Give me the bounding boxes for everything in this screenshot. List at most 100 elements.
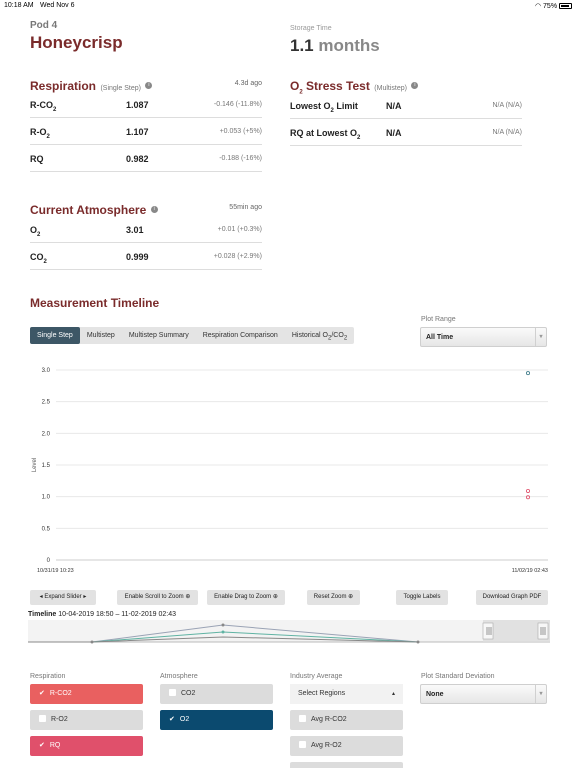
measurement-chart[interactable]: 00.51.01.52.02.53.0Level10/31/19 10:23 11…: [0, 360, 576, 580]
respiration-row: RQ 0.982 -0.188 (-16%): [30, 145, 262, 172]
storage-number: 1.1: [290, 36, 314, 55]
pod-label: Pod 4: [30, 20, 58, 31]
stress-title: O2 Stress Test: [290, 79, 370, 96]
reset-zoom-button[interactable]: Reset Zoom ⊕: [307, 590, 360, 605]
tab-respiration-comparison[interactable]: Respiration Comparison: [196, 327, 285, 344]
check-icon: ✔: [39, 742, 45, 749]
wifi-icon: ◠: [534, 3, 542, 10]
respiration-ago: 4.3d ago: [234, 80, 262, 87]
tab-historical[interactable]: Historical O2/CO2: [285, 327, 354, 344]
atmosphere-value: 3.01: [126, 225, 144, 235]
y-tick-label: 2.0: [42, 431, 51, 437]
checkbox-icon: [39, 714, 46, 722]
slider-handle-left[interactable]: [482, 622, 494, 640]
status-right: ◠ 75%: [535, 2, 572, 10]
chart-background: [0, 360, 576, 580]
zoom-icon: ⊕: [272, 594, 278, 600]
y-tick-label: 2.5: [42, 400, 51, 406]
expand-slider-button[interactable]: ◂ Expand Slider ▸: [30, 590, 96, 605]
atmosphere-change: +0.01 (+0.3%): [217, 226, 262, 233]
info-icon[interactable]: i: [145, 82, 153, 90]
respiration-change: -0.188 (-16%): [219, 155, 262, 162]
battery-level: 75%: [543, 3, 558, 10]
atmosphere-change: +0.028 (+2.9%): [213, 253, 262, 260]
toggle-co2[interactable]: CO2: [160, 684, 273, 704]
atmosphere-label: CO2: [30, 252, 47, 265]
stress-value: N/A: [386, 128, 402, 138]
timeline-tabs: Single Step Multistep Multistep Summary …: [30, 327, 355, 344]
plot-range-label: Plot Range: [421, 316, 456, 323]
stress-change: N/A (N/A): [492, 102, 522, 109]
std-dev-select[interactable]: None ▾: [420, 684, 547, 704]
toggle-labels-button[interactable]: Toggle Labels: [396, 590, 448, 605]
atmosphere-ago: 55min ago: [229, 204, 262, 211]
atmosphere-title: Current Atmosphere: [30, 203, 147, 217]
plot-range-select[interactable]: All Time ▾: [420, 327, 547, 347]
slider-handle-right[interactable]: [537, 622, 549, 640]
variety-title: Honeycrisp: [30, 33, 123, 52]
stress-row: RQ at Lowest O2 N/A N/A (N/A): [290, 119, 522, 146]
respiration-row: R-CO2 1.087 -0.146 (-11.8%): [30, 91, 262, 118]
respiration-value: 1.107: [126, 127, 149, 137]
download-pdf-button[interactable]: Download Graph PDF: [476, 590, 548, 605]
atmosphere-label: O2: [30, 225, 41, 238]
toggle-r-co2[interactable]: ✔ R-CO2: [30, 684, 143, 704]
y-axis-label: Level: [32, 458, 38, 472]
timeline-title: Measurement Timeline: [30, 296, 160, 310]
zoom-icon: ⊕: [348, 594, 354, 600]
stress-value: N/A: [386, 101, 402, 111]
status-time: 10:18 AM: [4, 2, 34, 9]
tab-single-step[interactable]: Single Step: [30, 327, 80, 344]
select-regions-dropdown[interactable]: Select Regions ▴: [290, 684, 403, 704]
stress-row: Lowest O2 Limit N/A N/A (N/A): [290, 92, 522, 119]
info-icon[interactable]: i: [411, 82, 419, 90]
stress-subtitle: (Multistep): [374, 85, 407, 92]
atmosphere-row: O2 3.01 +0.01 (+0.3%): [30, 216, 262, 243]
tab-multistep[interactable]: Multistep: [80, 327, 122, 344]
stress-label: Lowest O2 Limit: [290, 101, 358, 114]
toggle-rq[interactable]: ✔ RQ: [30, 736, 143, 756]
arrow-left-icon: ◂: [39, 594, 43, 600]
toggle-o2[interactable]: ✔ O2: [160, 710, 273, 730]
tab-multistep-summary[interactable]: Multistep Summary: [122, 327, 196, 344]
timeline-range-text: 10-04-2019 18:50 – 11-02-2019 02:43: [58, 611, 177, 618]
x-tick-label: 10/31/19 10:23: [37, 568, 74, 574]
drag-zoom-button[interactable]: Enable Drag to Zoom ⊕: [207, 590, 285, 605]
respiration-label: R-CO2: [30, 100, 57, 113]
stress-label: RQ at Lowest O2: [290, 128, 361, 141]
atmosphere-row: CO2 0.999 +0.028 (+2.9%): [30, 243, 262, 270]
respiration-row: R-O2 1.107 +0.053 (+5%): [30, 118, 262, 145]
respiration-label: RQ: [30, 154, 44, 164]
x-tick-label: 11/02/19 02:43: [512, 568, 548, 574]
toggle-avg-r-o2[interactable]: Avg R-O2: [290, 736, 403, 756]
y-tick-label: 0.5: [42, 526, 51, 532]
y-tick-label: 1.0: [42, 495, 51, 501]
storage-unit: months: [318, 36, 380, 55]
storage-time-label: Storage Time: [290, 25, 332, 32]
respiration-filter-label: Respiration: [30, 673, 66, 680]
std-dev-value: None: [426, 691, 444, 698]
storage-time-value: 1.1 months: [290, 36, 380, 56]
info-icon[interactable]: i: [150, 206, 158, 214]
toggle-avg-r-co2[interactable]: Avg R-CO2: [290, 710, 403, 730]
caret-up-icon: ▴: [391, 691, 395, 697]
plot-range-value: All Time: [426, 334, 454, 341]
status-date: Wed Nov 6: [40, 2, 75, 9]
toggle-r-o2[interactable]: R-O2: [30, 710, 143, 730]
std-dev-label: Plot Standard Deviation: [421, 673, 495, 680]
y-tick-label: 3.0: [42, 368, 51, 374]
stress-change: N/A (N/A): [492, 129, 522, 136]
chevron-down-icon: ▾: [535, 685, 546, 703]
y-tick-label: 1.5: [42, 463, 51, 469]
atmosphere-value: 0.999: [126, 252, 149, 262]
scroll-zoom-button[interactable]: Enable Scroll to Zoom ⊕: [117, 590, 198, 605]
checkbox-icon: [299, 740, 306, 748]
timeline-navigator[interactable]: [28, 620, 550, 644]
respiration-value: 0.982: [126, 154, 149, 164]
timeline-range: Timeline 10-04-2019 18:50 – 11-02-2019 0…: [28, 611, 176, 618]
respiration-label: R-O2: [30, 127, 50, 140]
respiration-change: -0.146 (-11.8%): [213, 101, 262, 108]
industry-item-partial[interactable]: [290, 762, 403, 768]
checkbox-icon: [169, 688, 176, 696]
respiration-value: 1.087: [126, 100, 149, 110]
